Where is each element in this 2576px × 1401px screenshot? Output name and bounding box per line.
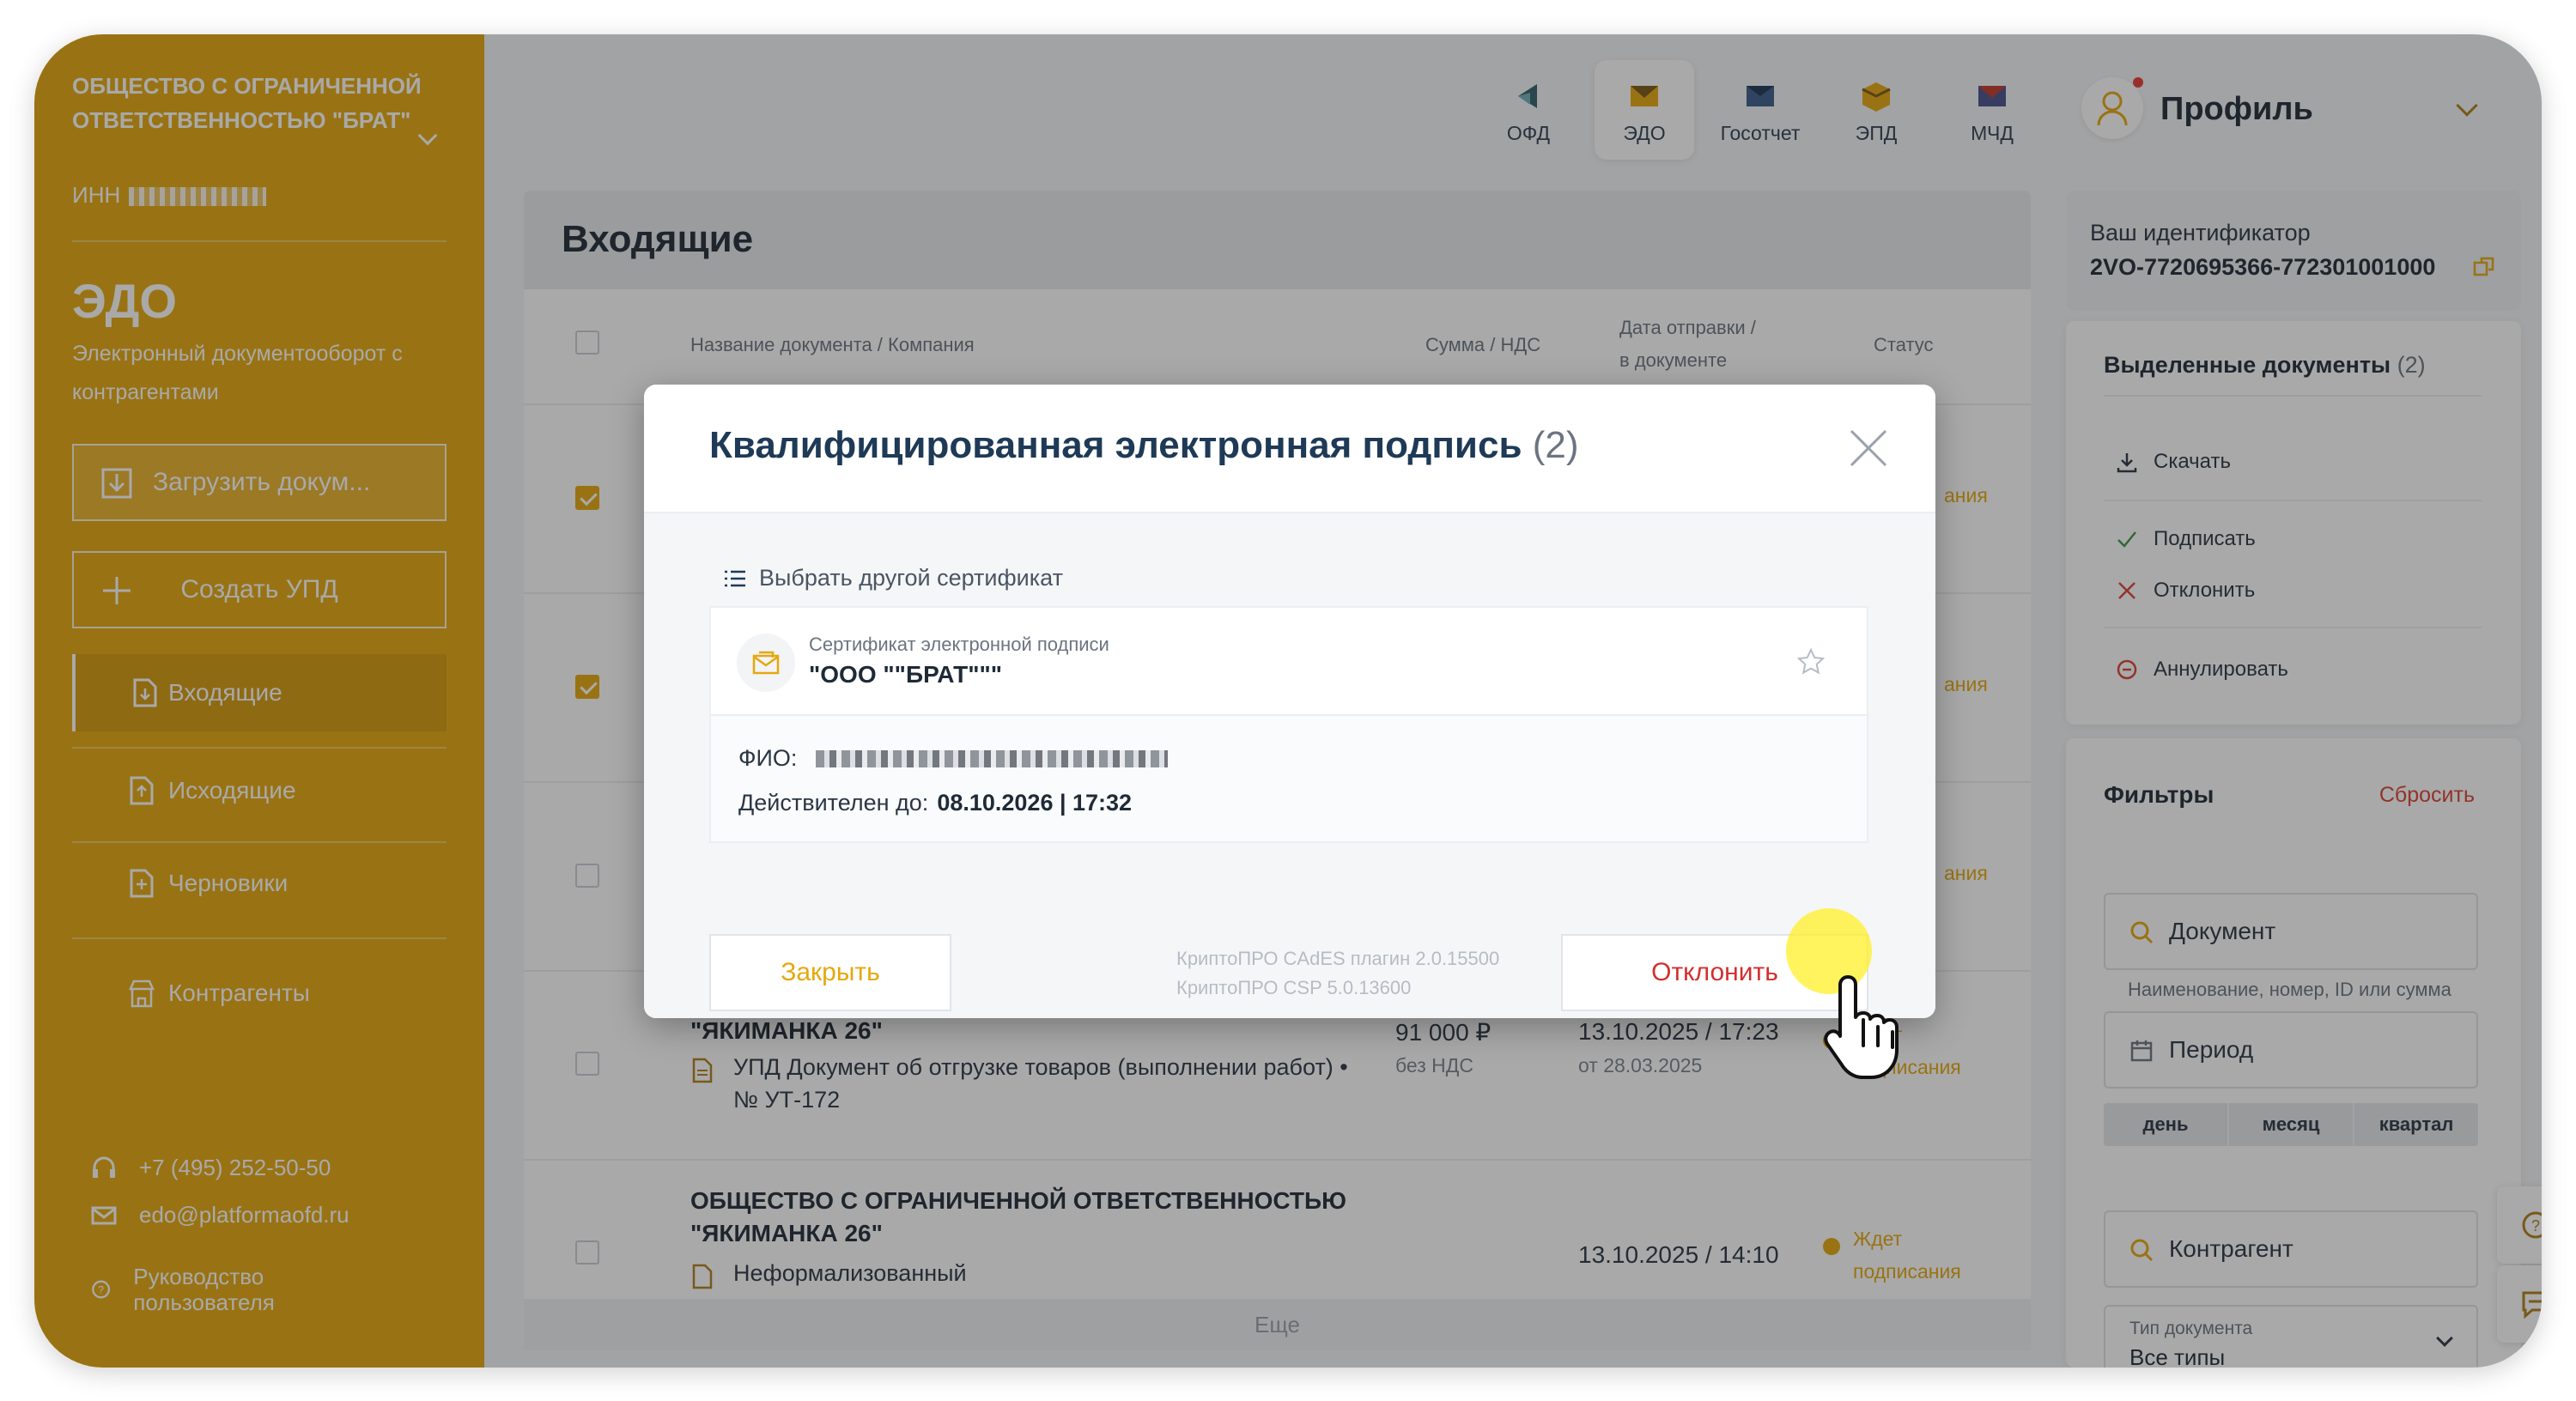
plugin-info: КриптоПРО CAdES плагин 2.0.15500 КриптоП… (1176, 944, 1499, 1003)
certificate-header[interactable]: Сертификат электронной подписи "ООО ""БР… (711, 608, 1867, 716)
certificate-icon (737, 634, 795, 692)
signature-dialog: Квалифицированная электронная подпись (2… (644, 385, 1935, 1018)
envelope-icon (752, 651, 780, 675)
hand-cursor-icon (1824, 975, 1899, 1079)
close-icon[interactable] (1846, 426, 1891, 470)
csp-version: КриптоПРО CSP 5.0.13600 (1176, 977, 1412, 998)
dialog-header: Квалифицированная электронная подпись (2… (644, 385, 1935, 513)
valid-value: 08.10.2026 | 17:32 (937, 790, 1133, 816)
dialog-title: Квалифицированная электронная подпись (2… (709, 424, 1579, 467)
plugin-version: КриптоПРО CAdES плагин 2.0.15500 (1176, 948, 1500, 969)
dialog-title-count: (2) (1532, 424, 1579, 466)
certificate-fio: ФИО: (738, 745, 1169, 772)
list-icon (725, 570, 745, 586)
dialog-title-text: Квалифицированная электронная подпись (709, 424, 1522, 466)
fio-redacted (816, 749, 1169, 767)
choose-certificate-link[interactable]: Выбрать другой сертификат (723, 565, 1063, 591)
fio-label: ФИО: (738, 745, 798, 771)
certificate-card: Сертификат электронной подписи "ООО ""БР… (709, 606, 1868, 843)
certificate-label: Сертификат электронной подписи (809, 634, 1109, 655)
star-icon[interactable] (1796, 647, 1826, 676)
certificate-name: "ООО ""БРАТ""" (809, 661, 1003, 688)
dialog-body: Выбрать другой сертификат Сертификат эле… (644, 513, 1935, 1018)
app-window: ОБЩЕСТВО С ОГРАНИЧЕННОЙ ОТВЕТСТВЕННОСТЬЮ… (34, 34, 2542, 1368)
valid-label: Действителен до: (738, 790, 929, 816)
choose-certificate-label: Выбрать другой сертификат (759, 565, 1063, 591)
close-button[interactable]: Закрыть (709, 934, 951, 1011)
certificate-validity: Действителен до: 08.10.2026 | 17:32 (738, 790, 1132, 816)
